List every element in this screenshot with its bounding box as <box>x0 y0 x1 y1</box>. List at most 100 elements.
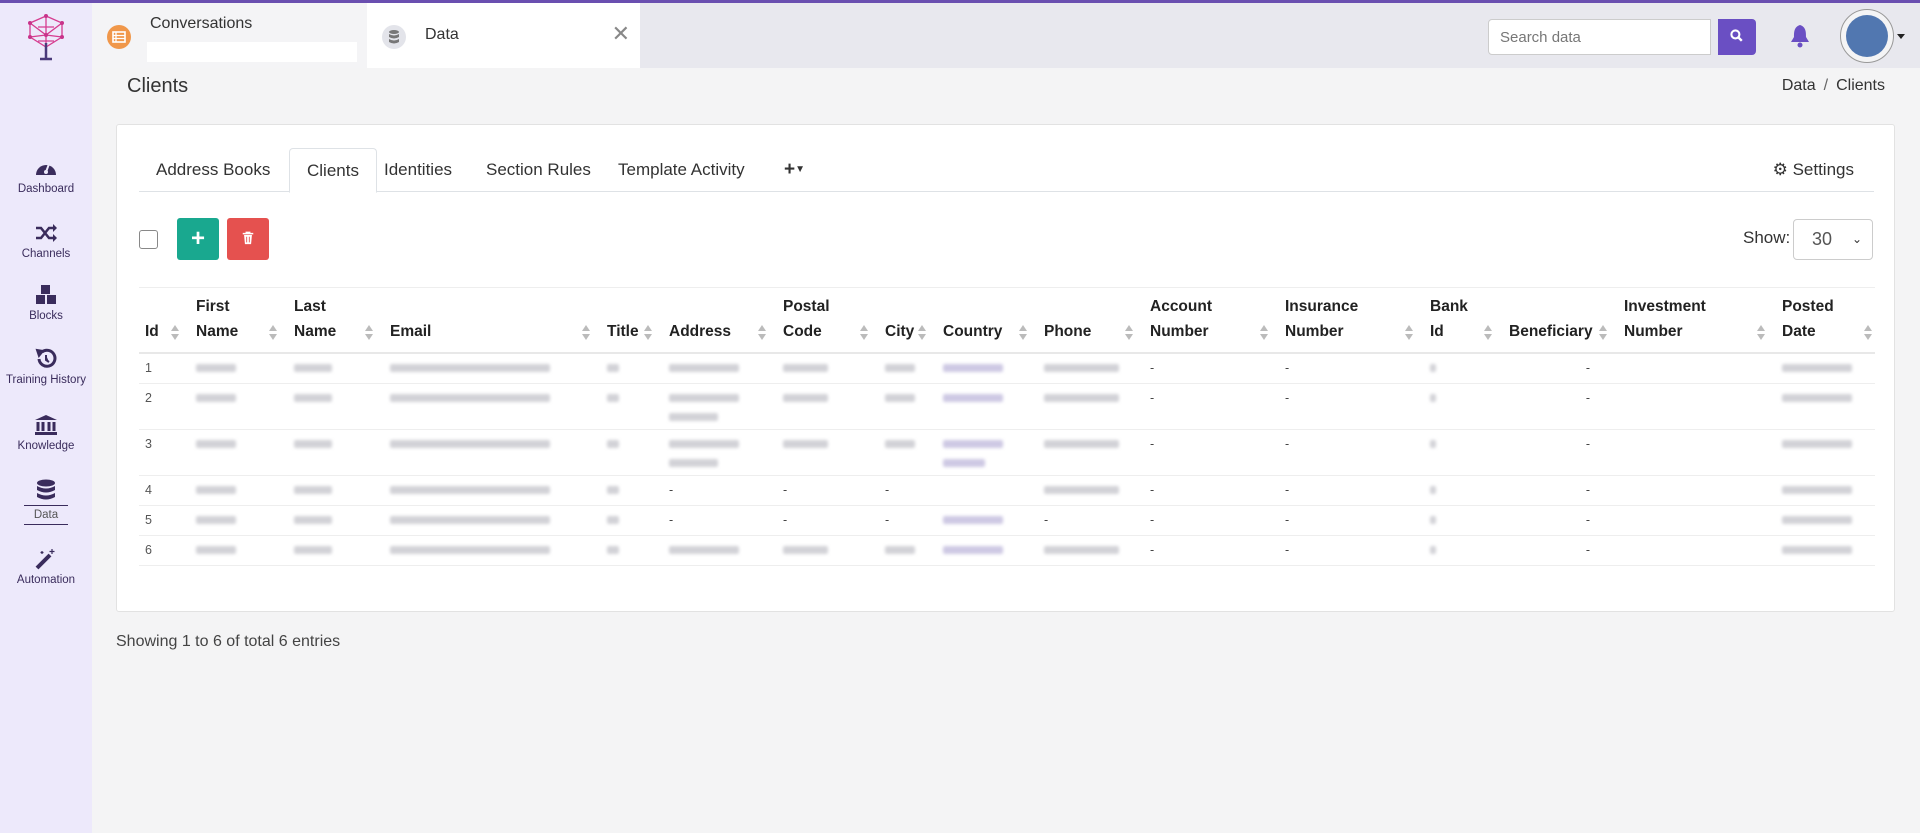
table-cell: - <box>1271 505 1416 536</box>
column-header[interactable]: Phone <box>1030 287 1136 354</box>
sidebar-item-dashboard[interactable]: Dashboard <box>0 157 92 195</box>
sort-icon[interactable] <box>269 325 277 341</box>
column-header-label: Number <box>1624 323 1683 340</box>
sort-icon[interactable] <box>644 325 652 341</box>
select-all-checkbox[interactable] <box>139 230 158 249</box>
column-header[interactable]: Beneficiary <box>1495 287 1610 354</box>
sort-icon[interactable] <box>1019 325 1027 341</box>
redacted-text <box>1782 486 1852 494</box>
sort-icon[interactable] <box>1599 325 1607 341</box>
column-header[interactable]: Investment Number <box>1610 287 1768 354</box>
redacted-text <box>196 486 236 494</box>
column-header[interactable]: Postal Code <box>769 287 871 354</box>
table-cell: - <box>1271 383 1416 430</box>
search-input[interactable] <box>1488 19 1711 55</box>
shuffle-icon <box>36 224 57 242</box>
redacted-cell <box>593 383 655 430</box>
tab-template-activity[interactable]: Template Activity <box>601 148 762 192</box>
bell-icon[interactable] <box>1789 23 1811 49</box>
sidebar-item-data[interactable]: Data <box>0 479 92 525</box>
delete-button[interactable] <box>227 218 269 260</box>
caret-down-icon[interactable] <box>1897 34 1905 39</box>
cell-id: 6 <box>139 535 182 566</box>
column-header[interactable]: Address <box>655 287 769 354</box>
redacted-text <box>607 440 619 448</box>
redacted-cell <box>929 535 1030 566</box>
redacted-text <box>669 546 739 554</box>
sort-icon[interactable] <box>1125 325 1133 341</box>
column-header[interactable]: Id <box>139 287 182 354</box>
table-row[interactable]: 3--- <box>139 429 1875 476</box>
redacted-cell <box>182 505 280 536</box>
tab-address-books[interactable]: Address Books <box>139 148 287 192</box>
table-cell: - <box>1271 535 1416 566</box>
sort-icon[interactable] <box>582 325 590 341</box>
tab-section-rules[interactable]: Section Rules <box>469 148 608 192</box>
column-header-label: Number <box>1150 323 1209 340</box>
sidebar-item-automation[interactable]: Automation <box>0 548 92 586</box>
column-header[interactable]: Last Name <box>280 287 376 354</box>
add-client-button[interactable]: + <box>177 218 219 260</box>
add-tab-dropdown[interactable]: +▼ <box>767 148 822 192</box>
sidebar-item-knowledge[interactable]: Knowledge <box>0 414 92 452</box>
table-row[interactable]: 1--- <box>139 353 1875 384</box>
table-row[interactable]: 4------ <box>139 475 1875 506</box>
breadcrumb-data[interactable]: Data <box>1782 77 1816 94</box>
close-tab-icon[interactable]: ✕ <box>612 21 630 47</box>
sidebar-item-training-history[interactable]: Training History <box>0 348 92 386</box>
tab-identities[interactable]: Identities <box>367 148 469 192</box>
redacted-cell <box>1768 505 1875 536</box>
avatar[interactable] <box>1840 9 1894 63</box>
tab-conversations[interactable]: Conversations <box>92 3 367 68</box>
cubes-icon <box>36 285 56 304</box>
sort-icon[interactable] <box>1260 325 1268 341</box>
table-cell: - <box>1495 429 1610 476</box>
table-row[interactable]: 5------- <box>139 505 1875 536</box>
column-header-label: Bank <box>1430 298 1468 315</box>
redacted-text <box>294 486 332 494</box>
redacted-text <box>607 486 619 494</box>
sort-icon[interactable] <box>1864 325 1872 341</box>
redacted-text <box>196 516 236 524</box>
column-header[interactable]: Posted Date <box>1768 287 1875 354</box>
database-icon <box>382 25 406 49</box>
sort-icon[interactable] <box>171 325 179 341</box>
redacted-text <box>196 394 236 402</box>
redacted-cell <box>1030 535 1136 566</box>
table-row[interactable]: 2--- <box>139 383 1875 430</box>
sort-icon[interactable] <box>918 325 926 341</box>
redacted-text <box>607 364 619 372</box>
sort-icon[interactable] <box>1757 325 1765 341</box>
search-button[interactable] <box>1718 19 1756 55</box>
table-row[interactable]: 6--- <box>139 535 1875 566</box>
column-header[interactable]: City <box>871 287 929 354</box>
sidebar-item-blocks[interactable]: Blocks <box>0 284 92 322</box>
page-size-select[interactable]: 30 ⌄ <box>1793 219 1873 260</box>
settings-button[interactable]: ⚙ Settings <box>1773 148 1854 192</box>
redacted-cell <box>593 353 655 384</box>
column-header-label: Insurance <box>1285 298 1359 315</box>
column-header[interactable]: Account Number <box>1136 287 1271 354</box>
tab-data[interactable]: Data ✕ <box>367 3 640 68</box>
column-header[interactable]: First Name <box>182 287 280 354</box>
table-cell: - <box>871 505 929 536</box>
column-header[interactable]: Bank Id <box>1416 287 1495 354</box>
redacted-text <box>1044 394 1119 402</box>
redacted-text <box>390 364 550 372</box>
redacted-cell <box>769 353 871 384</box>
page-title: Clients <box>127 75 189 97</box>
column-header[interactable]: Email <box>376 287 593 354</box>
sort-icon[interactable] <box>758 325 766 341</box>
sort-icon[interactable] <box>1405 325 1413 341</box>
column-header[interactable]: Insurance Number <box>1271 287 1416 354</box>
table-cell: - <box>1136 505 1271 536</box>
column-header[interactable]: Title <box>593 287 655 354</box>
sidebar-item-channels[interactable]: Channels <box>0 222 92 260</box>
sort-icon[interactable] <box>1484 325 1492 341</box>
column-header[interactable]: Country <box>929 287 1030 354</box>
sort-icon[interactable] <box>365 325 373 341</box>
redacted-text <box>1782 440 1852 448</box>
redacted-text <box>294 516 332 524</box>
sort-icon[interactable] <box>860 325 868 341</box>
tab-clients[interactable]: Clients <box>289 148 377 193</box>
